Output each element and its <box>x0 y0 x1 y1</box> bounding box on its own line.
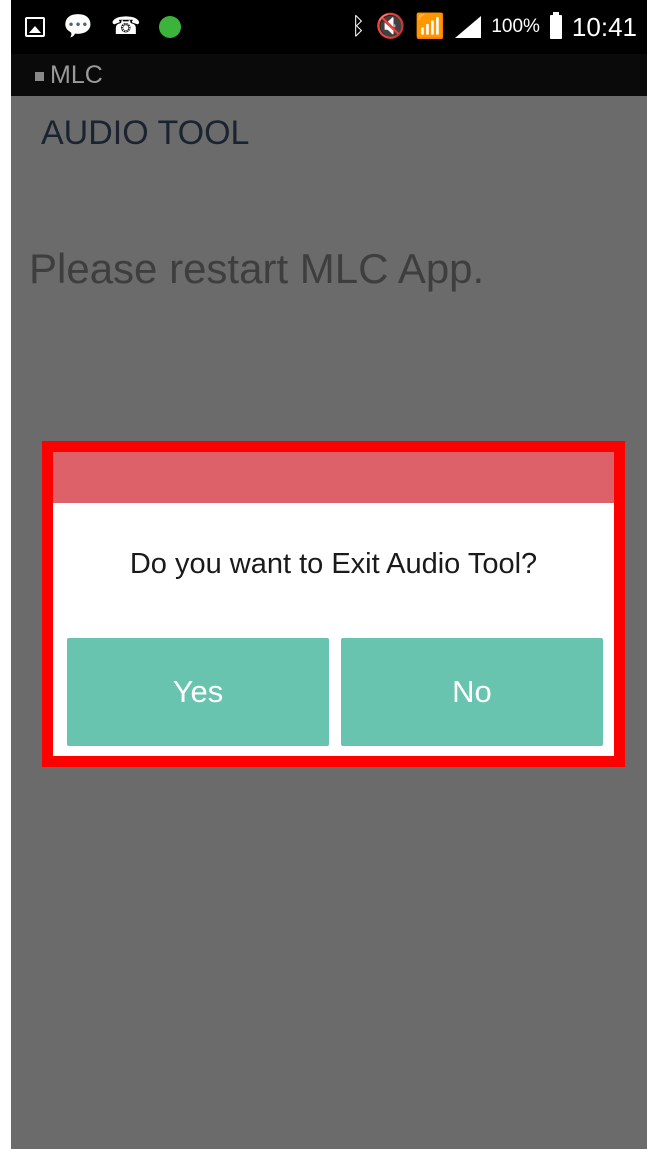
bluetooth-icon: ᛒ <box>351 13 366 40</box>
clock: 10:41 <box>571 11 637 42</box>
app-icon <box>35 71 44 81</box>
signal-icon <box>455 16 482 38</box>
dialog-message: Do you want to Exit Audio Tool? <box>129 548 538 580</box>
app-bar: MLC <box>11 54 647 96</box>
app-title: MLC <box>50 61 103 89</box>
no-button[interactable]: No <box>341 638 603 746</box>
chat-icon: 💬 <box>63 13 93 40</box>
system-icons: ᛒ 🔇 📶 100% 10:41 <box>351 8 637 46</box>
page-title: AUDIO TOOL <box>41 114 250 152</box>
green-dot-icon <box>158 16 181 38</box>
mute-icon: 🔇 <box>375 13 406 40</box>
gallery-icon <box>25 17 45 37</box>
wifi-icon: 📶 <box>415 13 446 40</box>
yes-button[interactable]: Yes <box>67 638 329 746</box>
screen: 💬 ☎ ᛒ 🔇 📶 100% 10:41 MLC AUDIO TOOL Plea… <box>11 0 647 1149</box>
exit-dialog: Do you want to Exit Audio Tool? Yes No <box>42 441 625 767</box>
restart-message: Please restart MLC App. <box>29 245 485 292</box>
battery-icon <box>549 12 562 39</box>
notification-icons: 💬 ☎ <box>25 12 181 42</box>
battery-percent: 100% <box>491 16 540 37</box>
missed-call-icon: ☎ <box>110 13 141 40</box>
dialog-header <box>53 452 614 503</box>
status-bar: 💬 ☎ ᛒ 🔇 📶 100% 10:41 <box>11 0 647 54</box>
